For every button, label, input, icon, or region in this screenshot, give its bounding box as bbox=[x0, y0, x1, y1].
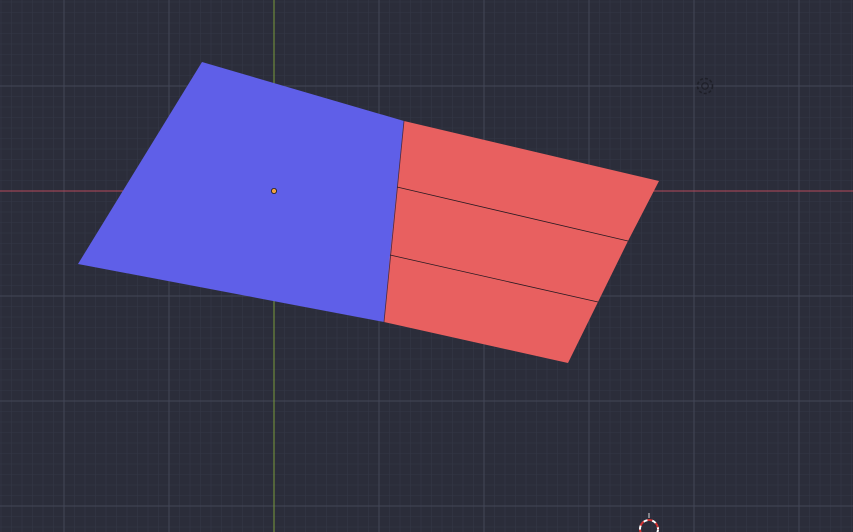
3d-viewport[interactable] bbox=[0, 0, 853, 532]
viewport-canvas[interactable] bbox=[0, 0, 853, 532]
object-origin-icon bbox=[270, 187, 277, 194]
